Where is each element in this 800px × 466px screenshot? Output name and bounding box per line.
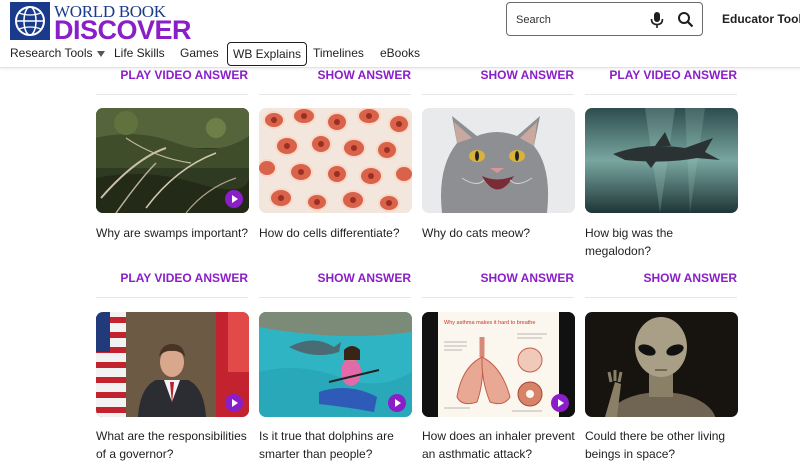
megalodon-thumbnail[interactable]: [585, 108, 738, 213]
nav-games[interactable]: Games: [180, 42, 219, 66]
inhaler-video-thumbnail[interactable]: Why asthma makes it hard to breathe: [422, 312, 575, 417]
card-title[interactable]: How do cells differentiate?: [259, 224, 414, 242]
diagram-heading: Why asthma makes it hard to breathe: [444, 320, 535, 326]
microphone-icon[interactable]: [650, 12, 664, 28]
alien-image: [585, 312, 738, 417]
cat-image: [422, 108, 575, 213]
play-video-answer-link[interactable]: PLAY VIDEO ANSWER: [585, 68, 737, 82]
card-title[interactable]: Could there be other living beings in sp…: [585, 427, 740, 463]
divider: [96, 94, 248, 95]
divider: [422, 297, 574, 298]
search-input[interactable]: [516, 10, 641, 30]
site-header: WORLD BOOK DISCOVER Educator Tools Resea…: [0, 0, 800, 68]
card-title[interactable]: Is it true that dolphins are smarter tha…: [259, 427, 414, 463]
play-icon[interactable]: [225, 394, 243, 412]
play-video-answer-link[interactable]: PLAY VIDEO ANSWER: [96, 271, 248, 285]
show-answer-link[interactable]: SHOW ANSWER: [259, 68, 411, 82]
divider: [259, 297, 411, 298]
card-title[interactable]: Why do cats meow?: [422, 224, 577, 242]
governor-video-thumbnail[interactable]: [96, 312, 249, 417]
nav-research-tools[interactable]: Research Tools: [10, 42, 105, 66]
nav-life-skills[interactable]: Life Skills: [114, 42, 165, 66]
show-answer-link[interactable]: SHOW ANSWER: [259, 271, 411, 285]
card-title[interactable]: Why are swamps important?: [96, 224, 251, 242]
divider: [96, 297, 248, 298]
search-box: [506, 2, 703, 36]
world-book-discover-logo[interactable]: WORLD BOOK DISCOVER: [10, 2, 192, 45]
play-icon[interactable]: [225, 190, 243, 208]
play-video-answer-link[interactable]: PLAY VIDEO ANSWER: [96, 68, 248, 82]
card-title[interactable]: How big was the megalodon?: [585, 224, 740, 260]
card-title[interactable]: How does an inhaler prevent an asthmatic…: [422, 427, 577, 463]
alien-thumbnail[interactable]: [585, 312, 738, 417]
globe-logo-icon: [10, 2, 50, 40]
nav-wb-explains[interactable]: WB Explains: [227, 42, 308, 66]
nav-timelines[interactable]: Timelines: [313, 42, 364, 66]
card-title[interactable]: What are the responsibilities of a gover…: [96, 427, 251, 463]
play-icon[interactable]: [551, 394, 569, 412]
cells-thumbnail[interactable]: [259, 108, 412, 213]
divider: [585, 94, 737, 95]
divider: [259, 94, 411, 95]
show-answer-link[interactable]: SHOW ANSWER: [422, 271, 574, 285]
divider: [422, 94, 574, 95]
dolphin-video-thumbnail[interactable]: [259, 312, 412, 417]
play-icon[interactable]: [388, 394, 406, 412]
main-nav: Research Tools Life Skills Games WB Expl…: [0, 40, 800, 66]
divider: [585, 297, 737, 298]
megalodon-image: [585, 108, 738, 213]
cat-thumbnail[interactable]: [422, 108, 575, 213]
nav-ebooks[interactable]: eBooks: [380, 42, 420, 66]
swamp-video-thumbnail[interactable]: [96, 108, 249, 213]
show-answer-link[interactable]: SHOW ANSWER: [422, 68, 574, 82]
search-icon[interactable]: [677, 11, 694, 28]
chevron-down-icon: [96, 50, 105, 57]
educator-tools-link[interactable]: Educator Tools: [722, 12, 800, 26]
show-answer-link[interactable]: SHOW ANSWER: [585, 271, 737, 285]
cells-image: [259, 108, 412, 213]
nav-label: Research Tools: [10, 46, 93, 60]
